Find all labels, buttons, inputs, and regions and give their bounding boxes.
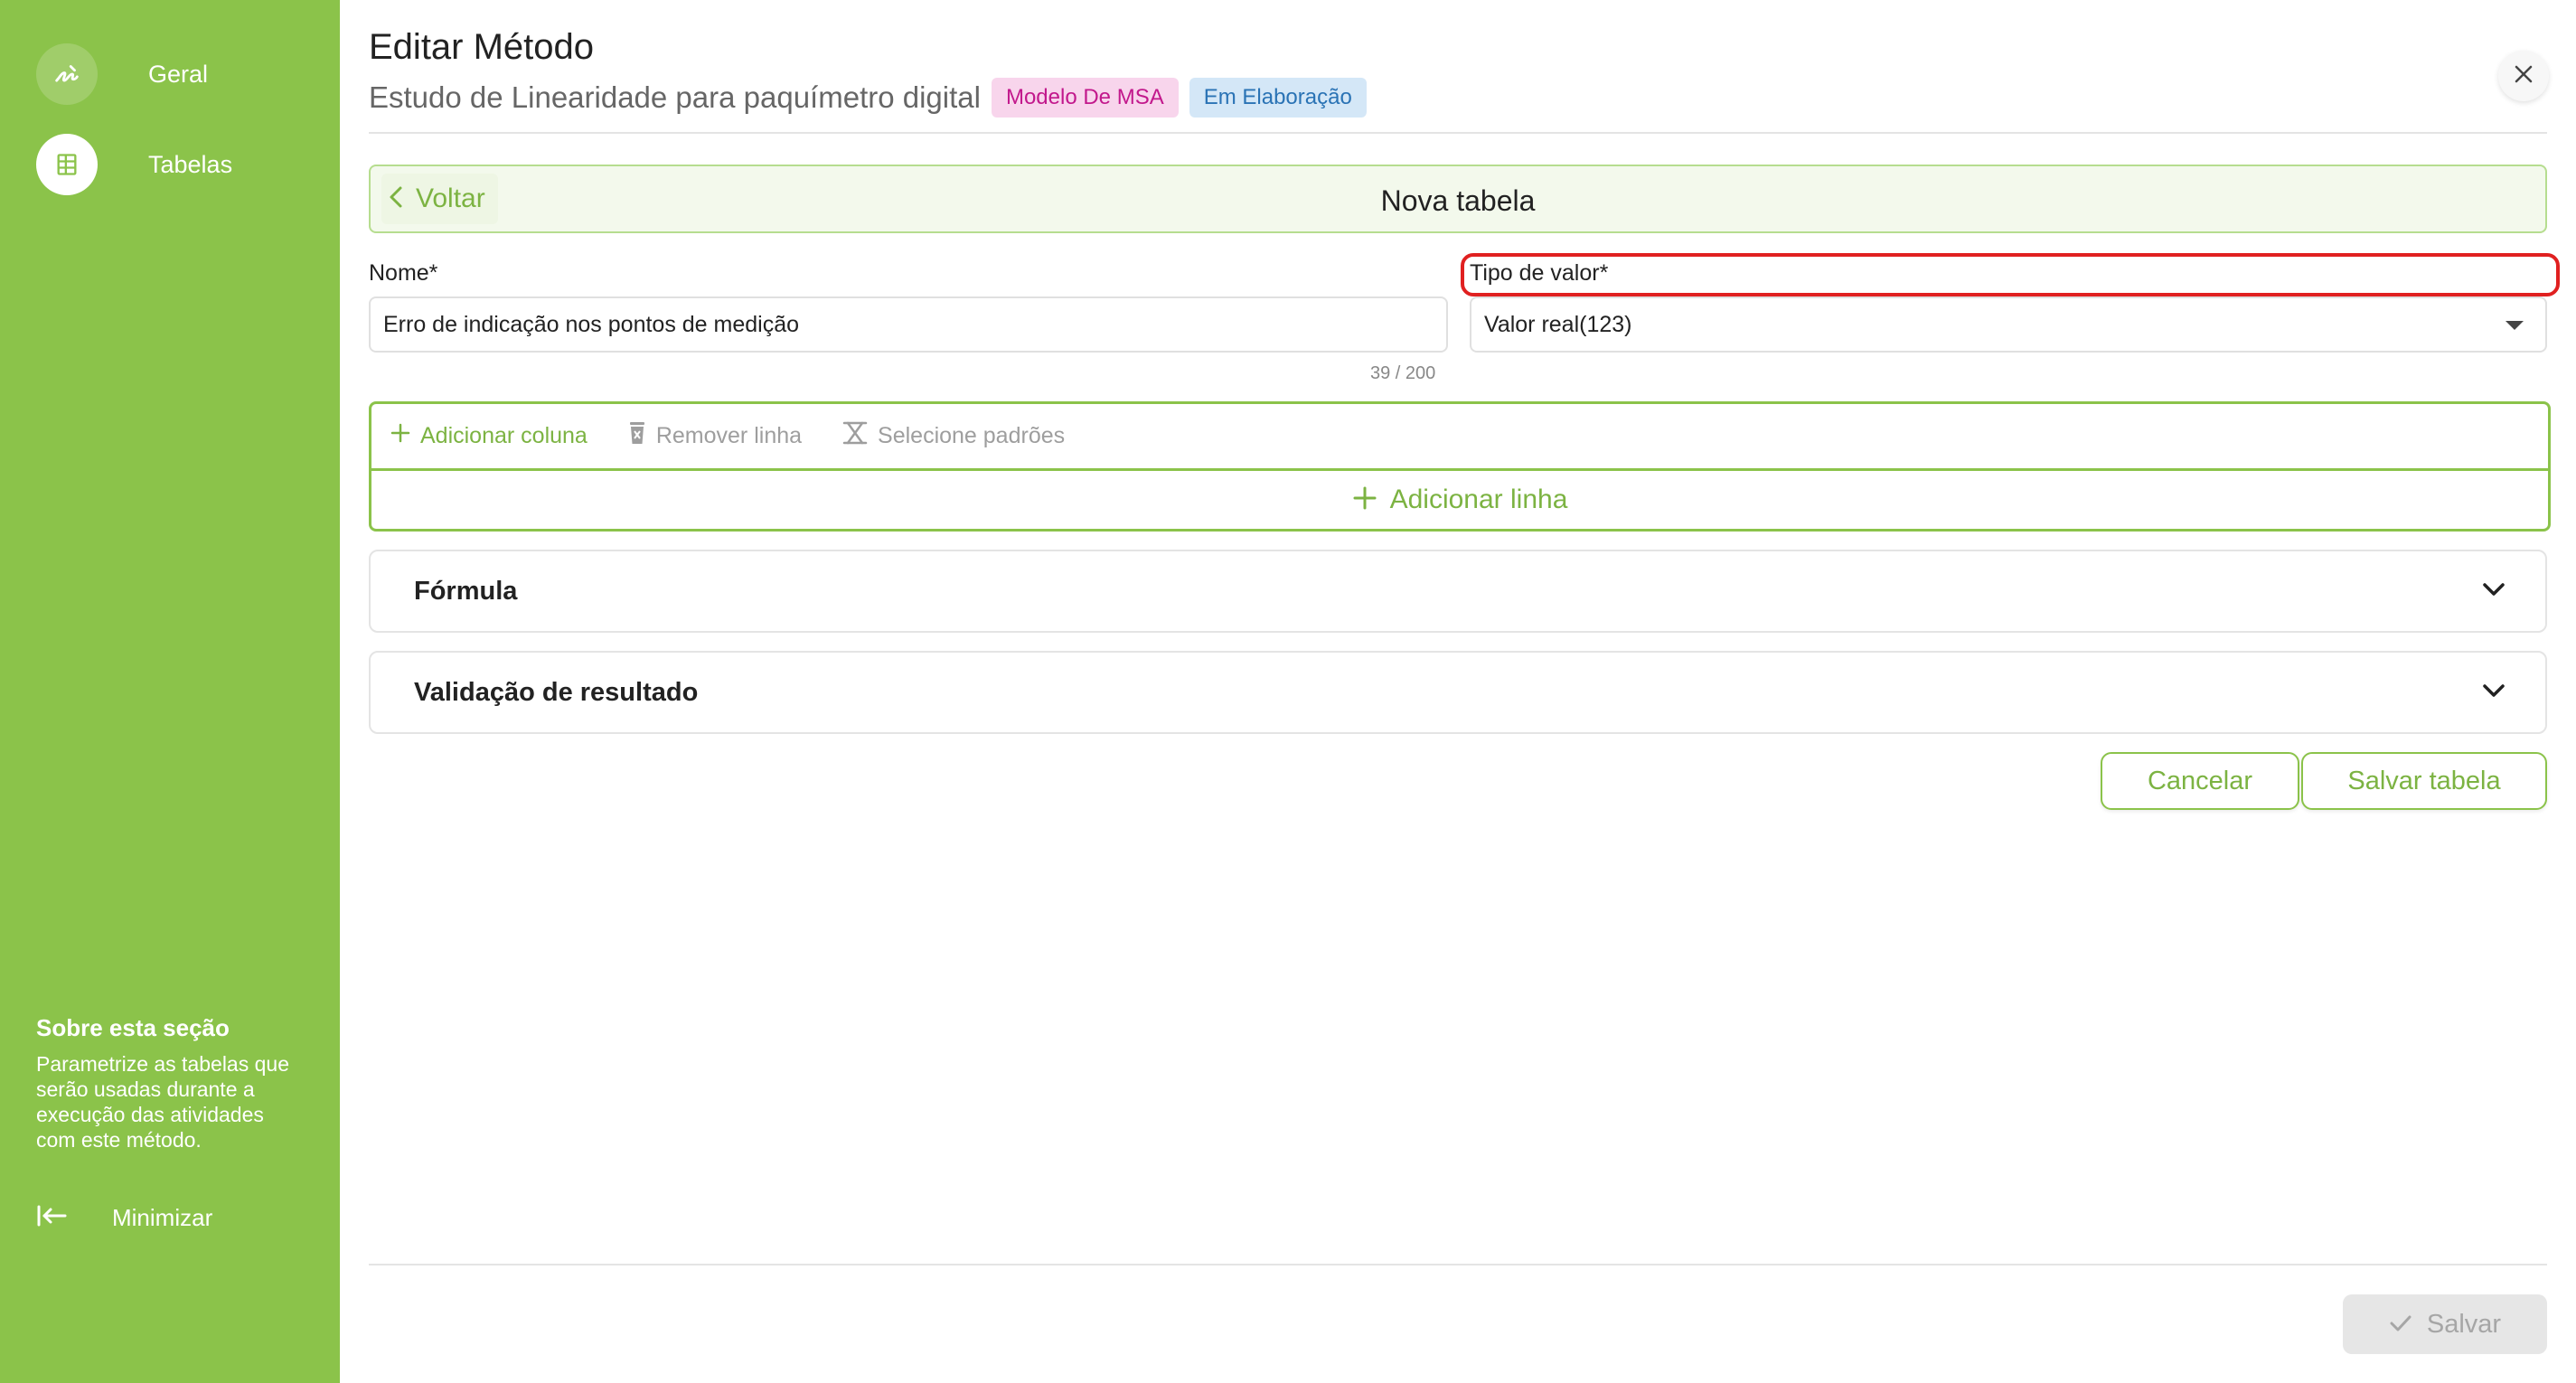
table-builder: Adicionar coluna Remover linha Selecione… [369,401,2551,532]
table-editor-header: Nova tabela Voltar [369,165,2547,233]
main-panel: Editar Método Estudo de Linearidade para… [369,0,2560,1383]
sidebar: Geral Tabelas Sobre esta seção Parametri… [0,0,340,1383]
minimize-label: Minimizar [112,1204,213,1231]
remove-row-button[interactable]: Remover linha [627,421,802,451]
plus-icon [1352,485,1377,515]
value-type-selected: Valor real(123) [1484,311,1632,337]
name-label: Nome* [369,260,438,286]
caret-down-icon [2504,312,2525,338]
formula-accordion[interactable]: Fórmula [369,550,2547,633]
method-subtitle: Estudo de Linearidade para paquímetro di… [369,80,981,114]
formula-title: Fórmula [414,576,518,606]
app: Geral Tabelas Sobre esta seção Parametri… [0,0,2576,1383]
sidebar-item-label: Geral [148,60,209,88]
name-input[interactable]: Erro de indicação nos pontos de medição [369,296,1448,353]
name-input-value: Erro de indicação nos pontos de medição [383,311,800,337]
plus-icon [390,422,411,450]
sidebar-item-label: Tabelas [148,150,233,178]
header-divider [369,132,2547,134]
model-badge: Modelo De MSA [991,78,1179,118]
table-toolbar: Adicionar coluna Remover linha Selecione… [371,404,2548,471]
remove-row-label: Remover linha [655,423,803,448]
add-column-button[interactable]: Adicionar coluna [390,422,588,450]
value-type-highlight [1461,253,2560,296]
save-label: Salvar [2426,1309,2502,1339]
add-column-label: Adicionar coluna [420,423,588,448]
about-section: Sobre esta seção Parametrize as tabelas … [36,1014,298,1152]
about-text: Parametrize as tabelas que serão usadas … [36,1052,289,1152]
sidebar-item-tabelas[interactable]: Tabelas [36,134,232,195]
select-standards-button[interactable]: Selecione padrões [841,420,1065,452]
footer-divider [369,1264,2547,1265]
hourglass-icon [841,420,869,452]
save-button[interactable]: Salvar [2343,1294,2547,1354]
close-button[interactable] [2498,51,2549,101]
result-validation-title: Validação de resultado [414,677,699,707]
cancel-button[interactable]: Cancelar [2101,752,2299,810]
signature-icon [36,43,98,105]
add-row-button[interactable]: Adicionar linha [371,471,2548,529]
sidebar-item-geral[interactable]: Geral [36,43,208,105]
value-type-select[interactable]: Valor real(123) [1470,296,2547,353]
page-title: Editar Método [369,27,595,67]
chevron-down-icon [2482,582,2505,601]
save-table-button[interactable]: Salvar tabela [2301,752,2547,810]
add-row-label: Adicionar linha [1389,485,1568,514]
subtitle-row: Estudo de Linearidade para paquímetro di… [369,78,1367,118]
result-validation-accordion[interactable]: Validação de resultado [369,651,2547,734]
close-icon [2514,64,2534,89]
chevron-left-icon [389,185,403,213]
name-char-counter: 39 / 200 [1370,363,1436,383]
about-title: Sobre esta seção [36,1014,230,1041]
back-label: Voltar [416,183,485,213]
value-type-label: Tipo de valor* [1470,260,1609,286]
trash-icon [627,421,647,451]
status-badge: Em Elaboração [1189,78,1367,118]
collapse-left-icon [36,1205,67,1231]
table-editor-title: Nova tabela [1380,184,1536,217]
chevron-down-icon [2482,683,2505,702]
back-button[interactable]: Voltar [381,174,498,224]
check-icon [2389,1310,2412,1340]
minimize-button[interactable]: Minimizar [36,1204,212,1232]
table-list-icon [36,134,98,195]
select-standards-label: Selecione padrões [878,423,1066,448]
